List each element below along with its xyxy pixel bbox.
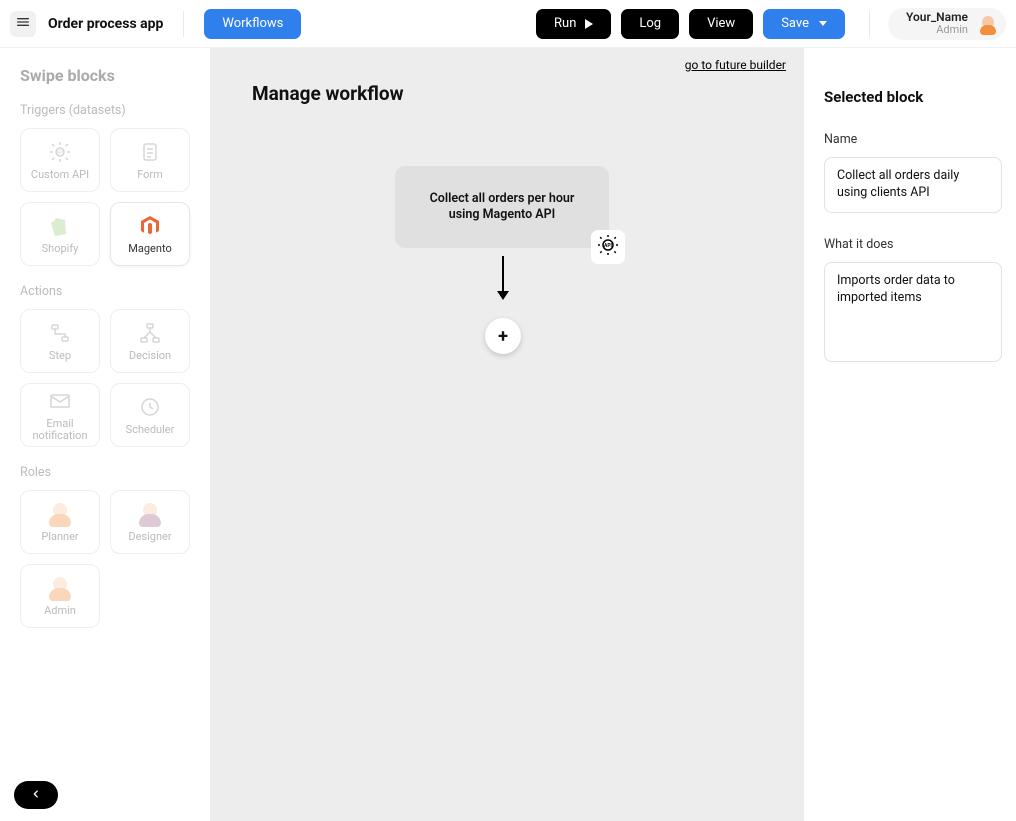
block-custom-api[interactable]: API Custom API xyxy=(20,128,100,192)
menu-button[interactable] xyxy=(10,11,36,37)
app-header: Order process app Workflows Run Log View… xyxy=(0,0,1016,48)
block-label: Custom API xyxy=(31,169,89,181)
section-label-roles: Roles xyxy=(20,465,196,480)
block-form[interactable]: Form xyxy=(110,128,190,192)
properties-panel: Selected block Name Collect all orders d… xyxy=(804,48,1016,821)
workflow-canvas[interactable]: Manage workflow go to future builder Col… xyxy=(210,48,804,821)
chevron-down-icon xyxy=(819,21,827,26)
step-icon xyxy=(47,320,73,346)
description-label: What it does xyxy=(824,237,1002,252)
divider xyxy=(869,11,870,37)
view-button[interactable]: View xyxy=(689,9,753,39)
node-text: Collect all orders per hour using Magent… xyxy=(430,191,575,224)
block-label: Designer xyxy=(128,531,171,543)
api-gear-icon: API xyxy=(47,139,73,165)
workflows-button[interactable]: Workflows xyxy=(204,9,301,39)
node-type-badge: API xyxy=(591,230,625,264)
block-label: Form xyxy=(137,169,163,181)
name-label: Name xyxy=(824,132,1002,147)
planner-avatar-icon xyxy=(47,501,73,527)
node-line1: Collect all orders per hour xyxy=(430,191,575,206)
blocks-sidebar: Swipe blocks Triggers (datasets) API Cus… xyxy=(0,48,210,821)
add-node-button[interactable]: + xyxy=(485,318,521,354)
svg-text:API: API xyxy=(56,150,64,156)
chevron-left-icon xyxy=(31,788,41,803)
hamburger-icon xyxy=(15,14,31,34)
block-admin[interactable]: Admin xyxy=(20,564,100,628)
arrow-down-icon xyxy=(497,291,509,300)
log-label: Log xyxy=(639,16,661,31)
block-label: Decision xyxy=(129,350,171,362)
view-label: View xyxy=(707,16,735,31)
node-line2: using Magento API xyxy=(449,207,556,222)
block-scheduler[interactable]: Scheduler xyxy=(110,383,190,447)
workflow-node[interactable]: Collect all orders per hour using Magent… xyxy=(395,166,609,248)
block-label: Magento xyxy=(128,243,171,255)
block-shopify[interactable]: Shopify xyxy=(20,202,100,266)
form-icon xyxy=(137,139,163,165)
shopify-icon xyxy=(47,213,73,239)
block-label: Shopify xyxy=(42,243,79,255)
api-gear-icon: API xyxy=(596,233,620,261)
block-label: Planner xyxy=(41,531,78,543)
designer-avatar-icon xyxy=(137,501,163,527)
block-label: Step xyxy=(49,350,71,362)
decision-icon xyxy=(137,320,163,346)
panel-title: Selected block xyxy=(824,88,1002,106)
admin-avatar-icon xyxy=(47,575,73,601)
save-button[interactable]: Save xyxy=(763,9,845,39)
email-icon xyxy=(47,388,73,414)
user-menu[interactable]: Your_Name Admin xyxy=(888,8,1006,40)
block-magento[interactable]: Magento xyxy=(110,202,190,266)
svg-text:API: API xyxy=(604,243,613,249)
section-label-actions: Actions xyxy=(20,284,196,299)
user-role: Admin xyxy=(906,24,968,36)
section-label-triggers: Triggers (datasets) xyxy=(20,103,196,118)
collapse-sidebar-button[interactable] xyxy=(14,781,58,809)
name-input[interactable]: Collect all orders daily using clients A… xyxy=(824,157,1002,213)
app-title: Order process app xyxy=(48,16,163,32)
magento-icon xyxy=(137,213,163,239)
block-label: Admin xyxy=(44,605,76,617)
description-input[interactable]: Imports order data to imported items xyxy=(824,262,1002,362)
block-email[interactable]: Email notification xyxy=(20,383,100,447)
canvas-title: Manage workflow xyxy=(252,82,404,105)
clock-icon xyxy=(137,394,163,420)
block-step[interactable]: Step xyxy=(20,309,100,373)
future-builder-link[interactable]: go to future builder xyxy=(685,58,786,72)
workflows-label: Workflows xyxy=(222,16,283,31)
block-label: Scheduler xyxy=(126,424,175,436)
log-button[interactable]: Log xyxy=(621,9,679,39)
avatar-icon xyxy=(978,14,998,34)
save-label: Save xyxy=(781,16,809,31)
block-decision[interactable]: Decision xyxy=(110,309,190,373)
connector-arrow xyxy=(499,256,507,300)
play-icon xyxy=(585,19,593,29)
block-planner[interactable]: Planner xyxy=(20,490,100,554)
run-label: Run xyxy=(554,16,576,31)
run-button[interactable]: Run xyxy=(536,9,611,39)
block-label: Email notification xyxy=(21,418,99,442)
plus-icon: + xyxy=(498,326,508,347)
user-texts: Your_Name Admin xyxy=(906,11,968,36)
header-actions: Run Log View Save xyxy=(536,9,845,39)
sidebar-title: Swipe blocks xyxy=(20,66,196,85)
block-designer[interactable]: Designer xyxy=(110,490,190,554)
divider xyxy=(183,11,184,37)
